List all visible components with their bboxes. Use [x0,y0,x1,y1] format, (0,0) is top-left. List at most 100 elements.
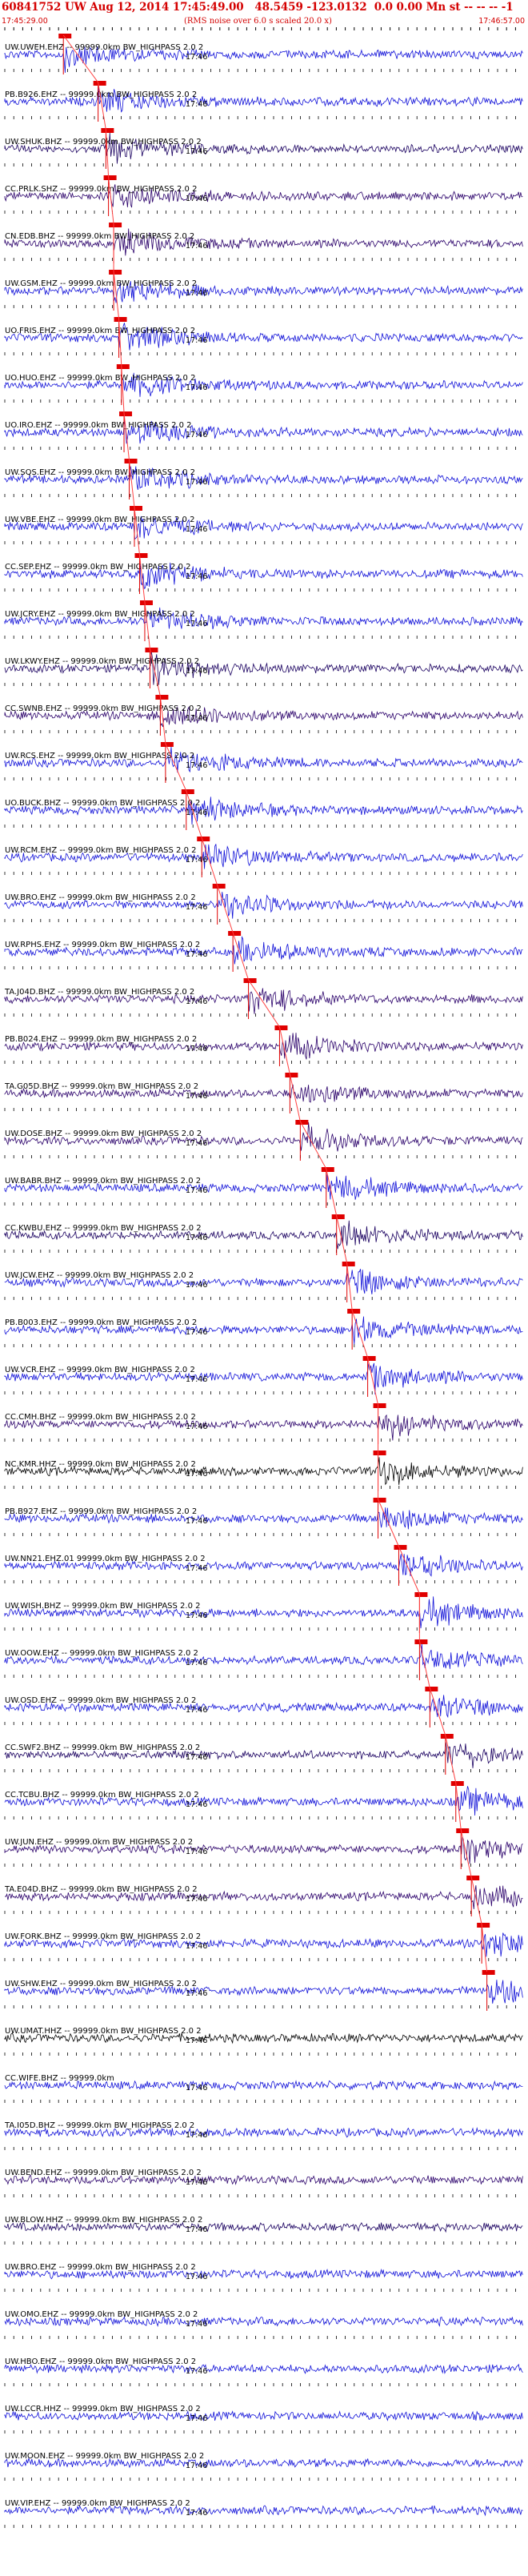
station-label: UW.UMAT.HHZ -- 99999.0km BW_HIGHPASS 2.0… [5,2027,202,2036]
trace-time-label: 17:46 [186,1753,207,1762]
trace-time-label: 17:46 [186,1800,207,1809]
trace-time-label: 17:46 [186,478,207,487]
station-label: NC.KMR.HHZ -- 99999.0km BW_HIGHPASS 2.0 … [5,1460,196,1469]
station-label: UW.BABR.BHZ -- 99999.0km BW_HIGHPASS 2.0… [5,1177,201,1186]
station-label: CC.SWF2.BHZ -- 99999.0km BW_HIGHPASS 2.0… [5,1743,200,1752]
trace-time-label: 17:46 [186,1281,207,1290]
station-label: UW.LKWY.EHZ -- 99999.0km BW_HIGHPASS 2.0… [5,657,199,666]
pick-marker [373,1451,386,1455]
trace-time-label: 17:46 [186,2273,207,2281]
pick-marker [456,1828,470,1833]
trace-time-label: 17:46 [186,336,207,345]
trace-time-label: 17:46 [186,2036,207,2045]
trace-time-label: 17:46 [186,856,207,865]
station-label: UW.MOON.EHZ -- 99999.0km BW_HIGHPASS 2.0… [5,2452,204,2461]
station-label: UW.RCM.EHZ -- 99999.0km BW_HIGHPASS 2.0 … [5,846,196,855]
station-label: CC.TCBU.BHZ -- 99999.0km BW_HIGHPASS 2.0… [5,1791,199,1800]
trace-time-label: 17:46 [186,1139,207,1148]
trace-time-label: 17:46 [186,242,207,251]
pick-marker [414,1592,428,1597]
trace-time-label: 17:46 [186,2225,207,2234]
station-label: UW.VCR.EHZ -- 99999.0km BW_HIGHPASS 2.0 … [5,1366,195,1374]
station-label: TA.I05D.BHZ -- 99999.0km BW_HIGHPASS 2.0… [4,2121,194,2130]
pick-marker [134,553,148,558]
station-label: CC.SEP.EHZ -- 99999.0km BW_HIGHPASS 2.0 … [5,563,190,572]
trace-time-label: 17:46 [186,667,207,676]
trace-time-label: 17:46 [186,1517,207,1526]
pick-marker [321,1167,334,1172]
station-label: UW.OOW.EHZ -- 99999.0km BW_HIGHPASS 2.0 … [5,1649,198,1658]
pick-marker [116,364,130,369]
pick-marker [103,175,117,180]
trace-time-label: 17:46 [186,1659,207,1667]
trace-time-label: 17:46 [186,195,207,203]
station-label: UO.HUO.EHZ -- 99999.0km BW_HIGHPASS 2.0 … [5,374,195,383]
station-label: UW.JUN.EHZ -- 99999.0km BW_HIGHPASS 2.0 … [5,1838,193,1847]
trace-time-label: 17:46 [186,1045,207,1053]
station-label: UO.IRO.EHZ -- 99999.0km BW_HIGHPASS 2.0 … [5,421,192,430]
station-label: UW.DOSE.BHZ -- 99999.0km BW_HIGHPASS 2.0… [5,1130,202,1138]
station-label: TA.G05D.BHZ -- 99999.0km BW_HIGHPASS 2.0… [4,1082,198,1091]
pick-marker [119,411,133,416]
trace-time-label: 17:46 [186,2462,207,2470]
station-label: UW.OMO.EHZ -- 99999.0km BW_HIGHPASS 2.0 … [5,2310,198,2319]
trace-time-label: 17:46 [186,2509,207,2518]
moveout-line [62,34,488,1972]
pick-marker [155,695,169,700]
pick-marker [114,317,127,322]
trace-time-label: 17:46 [186,1422,207,1431]
station-label: PB.B927.EHZ -- 99999.0km BW_HIGHPASS 2.0… [5,1507,197,1516]
station-label: UW.JCW.EHZ -- 99999.0km BW_HIGHPASS 2.0 … [5,1271,194,1280]
pick-marker [450,1781,464,1786]
station-label: UW.SHUK.BHZ -- 99999.0km BW_HIGHPASS 2.0… [5,138,202,146]
station-label: CC.CMH.BHZ -- 99999.0km BW_HIGHPASS 2.0 … [5,1413,196,1422]
trace-time-label: 17:46 [186,431,207,439]
trace-time-label: 17:46 [186,2131,207,2140]
pick-marker [440,1734,454,1739]
station-label: UW.VIP.EHZ -- 99999.0km BW_HIGHPASS 2.0 … [5,2499,190,2508]
trace-time-label: 17:46 [186,903,207,912]
station-label: UW.WISH.BHZ -- 99999.0km BW_HIGHPASS 2.0… [5,1602,201,1611]
station-label: UW.BLOW.HHZ -- 99999.0km BW_HIGHPASS 2.0… [5,2216,202,2225]
trace-time-label: 17:46 [186,950,207,959]
pick-marker [414,1639,428,1644]
station-label: UO.FRIS.EHZ -- 99999.0km BW_HIGHPASS 2.0… [5,327,195,335]
station-label: UW.SHW.EHZ -- 99999.0km BW_HIGHPASS 2.0 … [5,1980,197,1988]
pick-marker [274,1025,288,1030]
station-label: UW.JCRY.EHZ -- 99999.0km BW_HIGHPASS 2.0… [5,610,195,619]
trace-time-label: 17:46 [186,620,207,628]
trace-time-label: 17:46 [186,1942,207,1951]
station-label: UW.RPHS.EHZ -- 99999.0km BW_HIGHPASS 2.0… [5,941,200,949]
pick-marker [124,459,138,463]
pick-marker [212,884,226,889]
trace-time-label: 17:46 [186,2367,207,2376]
trace-time-label: 17:46 [186,1895,207,1904]
trace-time-label: 17:46 [186,997,207,1006]
pick-marker [160,742,174,747]
trace-time-label: 17:46 [186,761,207,770]
pick-marker [139,600,153,605]
trace-time-label: 17:46 [186,147,207,156]
station-label: UW.NN21.EHZ.01 99999.0km BW_HIGHPASS 2.0… [5,1555,206,1563]
trace-time-label: 17:46 [186,1092,207,1101]
station-label: UW.BRO.EHZ -- 99999.0km BW_HIGHPASS 2.0 … [5,2263,196,2272]
station-label: TA.E04D.BHZ -- 99999.0km BW_HIGHPASS 2.0… [4,1885,198,1894]
station-label: UW.VBE.EHZ -- 99999.0km BW_HIGHPASS 2.0 … [5,516,194,524]
trace-time-label: 17:46 [186,572,207,581]
station-label: UW.BEND.EHZ -- 99999.0km BW_HIGHPASS 2.0… [5,2169,202,2177]
station-label: UW.SQS.EHZ -- 99999.0km BW_HIGHPASS 2.0 … [5,468,195,477]
station-label: CC.KWBU.EHZ -- 99999.0km BW_HIGHPASS 2.0… [5,1224,202,1233]
trace-time-label: 17:46 [186,1328,207,1337]
trace-time-label: 17:46 [186,1470,207,1479]
station-label: UW.OSD.EHZ -- 99999.0km BW_HIGHPASS 2.0 … [5,1696,196,1705]
trace-time-label: 17:46 [186,1706,207,1715]
pick-marker [109,270,122,275]
trace-time-label: 17:46 [186,2320,207,2329]
pick-marker [130,506,142,511]
pick-marker [181,789,194,794]
trace-time-label: 17:46 [186,53,207,62]
station-label: UW.RCS.EHZ -- 99999.0km BW_HIGHPASS 2.0 … [5,752,194,760]
pick-marker [466,1876,480,1880]
station-label: UO.BUCK.BHZ -- 99999.0km BW_HIGHPASS 2.0… [5,799,200,808]
pick-marker [482,1970,495,1975]
